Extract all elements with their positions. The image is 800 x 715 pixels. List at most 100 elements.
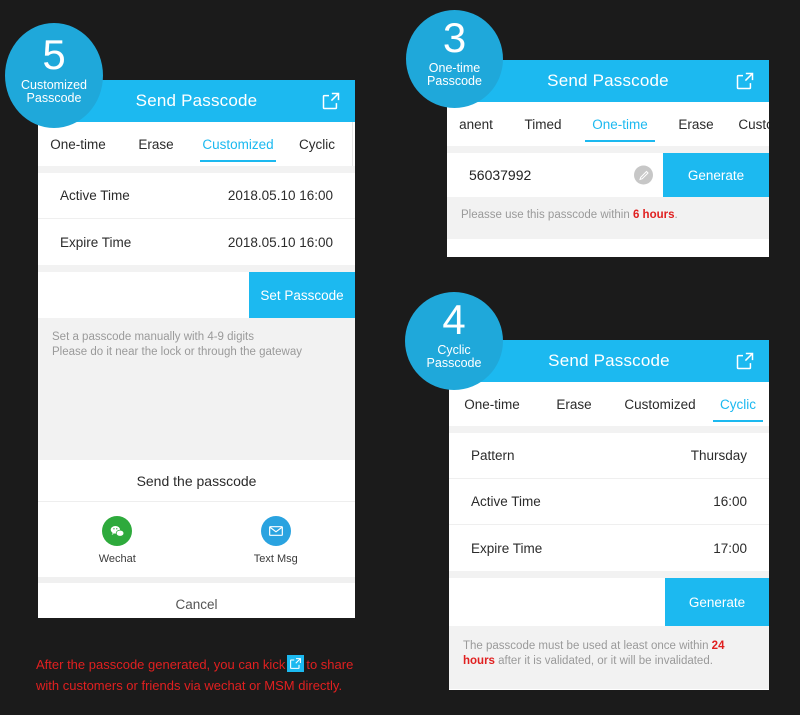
row-label: Active Time bbox=[471, 494, 541, 509]
table-row[interactable]: Expire Time 2018.05.10 16:00 bbox=[38, 219, 355, 265]
table-row[interactable]: Expire Time 17:00 bbox=[449, 525, 769, 571]
content-filler bbox=[38, 370, 355, 460]
tab-cyclic[interactable]: Cyclic bbox=[282, 122, 352, 166]
panel-one-time-tabbar[interactable]: anent Timed One-time Erase Custo bbox=[447, 102, 769, 146]
share-target-list: Wechat Text Msg bbox=[38, 502, 355, 577]
tab-label: Cyclic bbox=[299, 136, 335, 152]
panel-customized-rows: Active Time 2018.05.10 16:00 Expire Time… bbox=[38, 173, 355, 265]
panel-one-time-passcode: Send Passcode anent Timed One-time Erase bbox=[447, 60, 769, 257]
tab-label: Erase bbox=[556, 396, 592, 412]
tab-erase[interactable]: Erase bbox=[118, 122, 194, 166]
generate-row: Generate bbox=[449, 578, 769, 626]
envelope-icon bbox=[260, 516, 291, 546]
share-external-icon bbox=[287, 655, 305, 672]
row-value: 16:00 bbox=[713, 494, 747, 509]
tab-customized[interactable]: Customized bbox=[613, 382, 707, 426]
generate-button[interactable]: Generate bbox=[665, 578, 769, 626]
section-divider bbox=[449, 571, 769, 578]
badge-number: 3 bbox=[442, 14, 467, 61]
share-target-label: Wechat bbox=[98, 553, 136, 565]
tab-label: anent bbox=[459, 116, 493, 132]
tab-label: Timed bbox=[524, 116, 562, 132]
set-passcode-button[interactable]: Set Passcode bbox=[249, 272, 355, 318]
badge-one-time-passcode: 3 One-time Passcode bbox=[406, 10, 503, 108]
row-value: 2018.05.10 16:00 bbox=[227, 188, 333, 203]
panel-cyclic-rows: Pattern Thursday Active Time 16:00 Expir… bbox=[449, 433, 769, 571]
hint-highlight: 6 hours bbox=[632, 209, 675, 221]
share-target-text-msg[interactable]: Text Msg bbox=[197, 516, 356, 565]
tab-label: One-time bbox=[592, 116, 648, 132]
tab-label: Erase bbox=[678, 116, 714, 132]
caption-line-1-part-2: to share bbox=[306, 657, 354, 672]
tab-label: Erase bbox=[138, 136, 174, 152]
table-row[interactable]: Active Time 16:00 bbox=[449, 479, 769, 525]
tab-label: Cyclic bbox=[720, 396, 756, 412]
badge-cyclic-passcode: 4 Cyclic Passcode bbox=[405, 292, 503, 390]
badge-number: 4 bbox=[442, 296, 466, 343]
wechat-icon bbox=[102, 516, 133, 546]
screenshot-stage: Send Passcode One-time Erase Customized … bbox=[0, 0, 800, 715]
hint-suffix: . bbox=[674, 209, 678, 221]
share-target-label: Text Msg bbox=[253, 553, 298, 565]
tab-permanent[interactable]: anent bbox=[447, 102, 507, 146]
share-external-icon[interactable] bbox=[735, 351, 755, 371]
tab-label: Customized bbox=[202, 136, 274, 152]
section-divider bbox=[447, 146, 769, 153]
row-label: Expire Time bbox=[471, 540, 543, 556]
pencil-edit-icon[interactable] bbox=[634, 165, 653, 185]
page-title: Send Passcode bbox=[135, 91, 258, 110]
row-value: Thursday bbox=[690, 448, 747, 463]
row-label: Expire Time bbox=[60, 234, 132, 250]
panel-customized-tabbar[interactable]: One-time Erase Customized Cyclic bbox=[38, 122, 355, 166]
section-divider bbox=[449, 426, 769, 433]
hint-line-1: Set a passcode manually with 4-9 digits bbox=[52, 331, 254, 343]
tab-overflow-edge[interactable] bbox=[352, 122, 355, 166]
tab-one-time[interactable]: One-time bbox=[38, 122, 118, 166]
panel-cyclic-passcode: Send Passcode One-time Erase Customized … bbox=[449, 340, 769, 690]
passcode-value: 56037992 bbox=[469, 167, 532, 183]
panel-cyclic-tabbar[interactable]: One-time Erase Customized Cyclic bbox=[449, 382, 769, 426]
one-time-hint: Pleasse use this passcode within 6 hours… bbox=[447, 197, 769, 239]
tab-customized[interactable]: Customized bbox=[194, 122, 282, 166]
badge-caption-line-2: Passcode bbox=[26, 91, 82, 105]
section-divider bbox=[38, 166, 355, 173]
hint-line-2: Please do it near the lock or through th… bbox=[52, 346, 302, 358]
tab-label: Customized bbox=[624, 396, 696, 412]
cancel-button[interactable]: Cancel bbox=[38, 583, 355, 618]
share-target-wechat[interactable]: Wechat bbox=[38, 516, 197, 565]
tab-customized[interactable]: Custo bbox=[731, 102, 769, 146]
tab-label: One-time bbox=[464, 396, 520, 412]
caption-line-2: with customers or friends via wechat or … bbox=[36, 678, 343, 693]
tab-label: One-time bbox=[50, 136, 106, 152]
share-external-icon[interactable] bbox=[735, 71, 755, 91]
badge-number: 5 bbox=[42, 31, 66, 78]
page-title: Send Passcode bbox=[547, 71, 669, 90]
tab-label: Custo bbox=[738, 116, 769, 132]
hint-prefix: Pleasse use this passcode within bbox=[461, 209, 633, 221]
page-title: Send Passcode bbox=[548, 351, 670, 370]
row-value: 2018.05.10 16:00 bbox=[227, 234, 333, 250]
share-external-icon[interactable] bbox=[321, 91, 341, 111]
tab-erase[interactable]: Erase bbox=[535, 382, 613, 426]
cyclic-hint: The passcode must be used at least once … bbox=[449, 626, 769, 689]
row-label: Pattern bbox=[471, 448, 515, 463]
badge-caption-line-2: Passcode bbox=[427, 74, 482, 88]
share-sheet: Send the passcode Wechat Text Msg Cancel bbox=[38, 460, 355, 618]
customized-hint: Set a passcode manually with 4-9 digits … bbox=[38, 318, 355, 370]
set-passcode-row: Set Passcode bbox=[38, 272, 355, 318]
row-label: Active Time bbox=[60, 188, 130, 203]
tab-timed[interactable]: Timed bbox=[507, 102, 579, 146]
section-divider bbox=[38, 265, 355, 272]
badge-caption-line-2: Passcode bbox=[426, 356, 482, 370]
generate-button[interactable]: Generate bbox=[663, 153, 769, 197]
badge-customized-passcode: 5 Customized Passcode bbox=[5, 23, 103, 128]
tab-erase[interactable]: Erase bbox=[661, 102, 731, 146]
footer-caption: After the passcode generated, you can ki… bbox=[36, 654, 436, 696]
passcode-row: 56037992 Generate bbox=[447, 153, 769, 197]
share-sheet-title: Send the passcode bbox=[38, 460, 355, 502]
table-row[interactable]: Active Time 2018.05.10 16:00 bbox=[38, 173, 355, 219]
tab-cyclic[interactable]: Cyclic bbox=[707, 382, 769, 426]
table-row[interactable]: Pattern Thursday bbox=[449, 433, 769, 479]
tab-one-time[interactable]: One-time bbox=[579, 102, 661, 146]
passcode-value-field[interactable]: 56037992 bbox=[447, 153, 663, 197]
